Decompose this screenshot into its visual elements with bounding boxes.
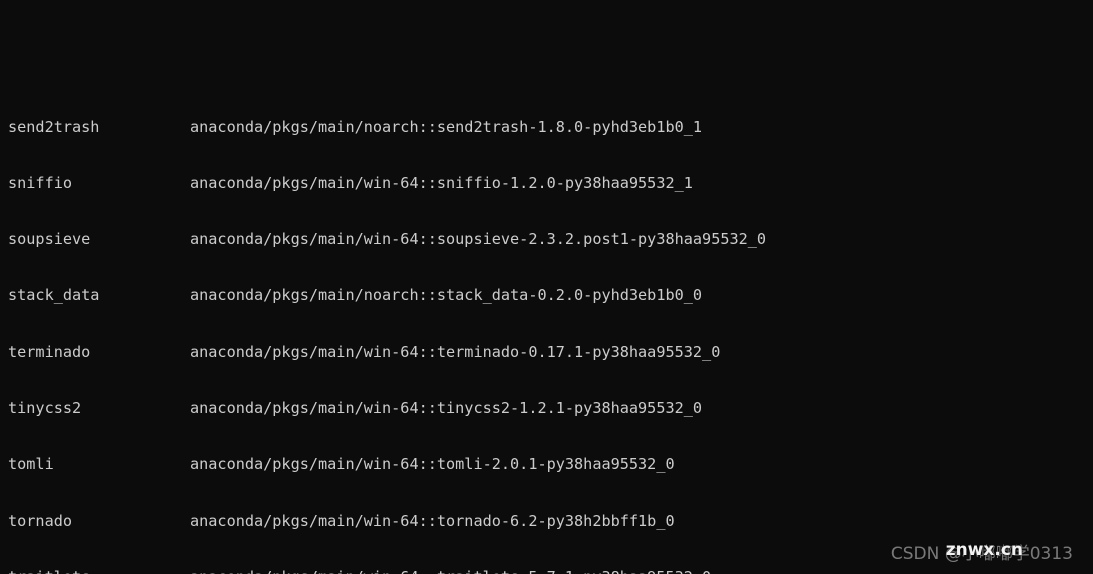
package-name: sniffio	[8, 173, 73, 192]
table-row: send2trash anaconda/pkgs/main/noarch::sen…	[0, 118, 1069, 137]
package-name: tinycss2	[8, 399, 82, 418]
table-row: tomli anaconda/pkgs/main/win-64::tomli-2.…	[0, 455, 1069, 474]
terminal-window[interactable]: send2trash anaconda/pkgs/main/noarch::sen…	[0, 0, 1093, 574]
package-name: tomli	[8, 455, 54, 474]
package-name: send2trash	[8, 117, 100, 136]
table-row: tornado anaconda/pkgs/main/win-64::tornad…	[0, 512, 1069, 531]
package-spec: anaconda/pkgs/main/win-64::tomli-2.0.1-p…	[190, 455, 675, 474]
table-row: terminado anaconda/pkgs/main/win-64::term…	[0, 343, 1069, 362]
package-spec: anaconda/pkgs/main/win-64::sniffio-1.2.0…	[190, 173, 693, 192]
package-name: terminado	[8, 342, 91, 361]
package-name: traitlets	[0, 568, 190, 574]
package-spec: anaconda/pkgs/main/win-64::tornado-6.2-p…	[190, 511, 675, 530]
package-spec: anaconda/pkgs/main/win-64::terminado-0.1…	[190, 342, 721, 361]
package-name: soupsieve	[8, 230, 91, 249]
package-spec: anaconda/pkgs/main/win-64::traitlets-5.7…	[190, 568, 711, 574]
table-row: sniffio anaconda/pkgs/main/win-64::sniffi…	[0, 174, 1069, 193]
package-spec: anaconda/pkgs/main/win-64::tinycss2-1.2.…	[190, 399, 703, 418]
package-table: send2trash anaconda/pkgs/main/noarch::sen…	[0, 80, 1069, 574]
table-row: traitletsanaconda/pkgs/main/win-64::trai…	[0, 568, 1069, 574]
package-spec: anaconda/pkgs/main/win-64::soupsieve-2.3…	[190, 230, 767, 249]
package-name: tornado	[8, 511, 73, 530]
terminal-output: send2trash anaconda/pkgs/main/noarch::sen…	[0, 0, 1069, 574]
table-row: tinycss2 anaconda/pkgs/main/win-64::tinyc…	[0, 399, 1069, 418]
package-spec: anaconda/pkgs/main/noarch::send2trash-1.…	[190, 117, 703, 136]
table-row: soupsieve anaconda/pkgs/main/win-64::soup…	[0, 230, 1069, 249]
table-row: stack_data anaconda/pkgs/main/noarch::sta…	[0, 286, 1069, 305]
package-spec: anaconda/pkgs/main/noarch::stack_data-0.…	[190, 286, 703, 305]
package-name: stack_data	[8, 286, 100, 305]
